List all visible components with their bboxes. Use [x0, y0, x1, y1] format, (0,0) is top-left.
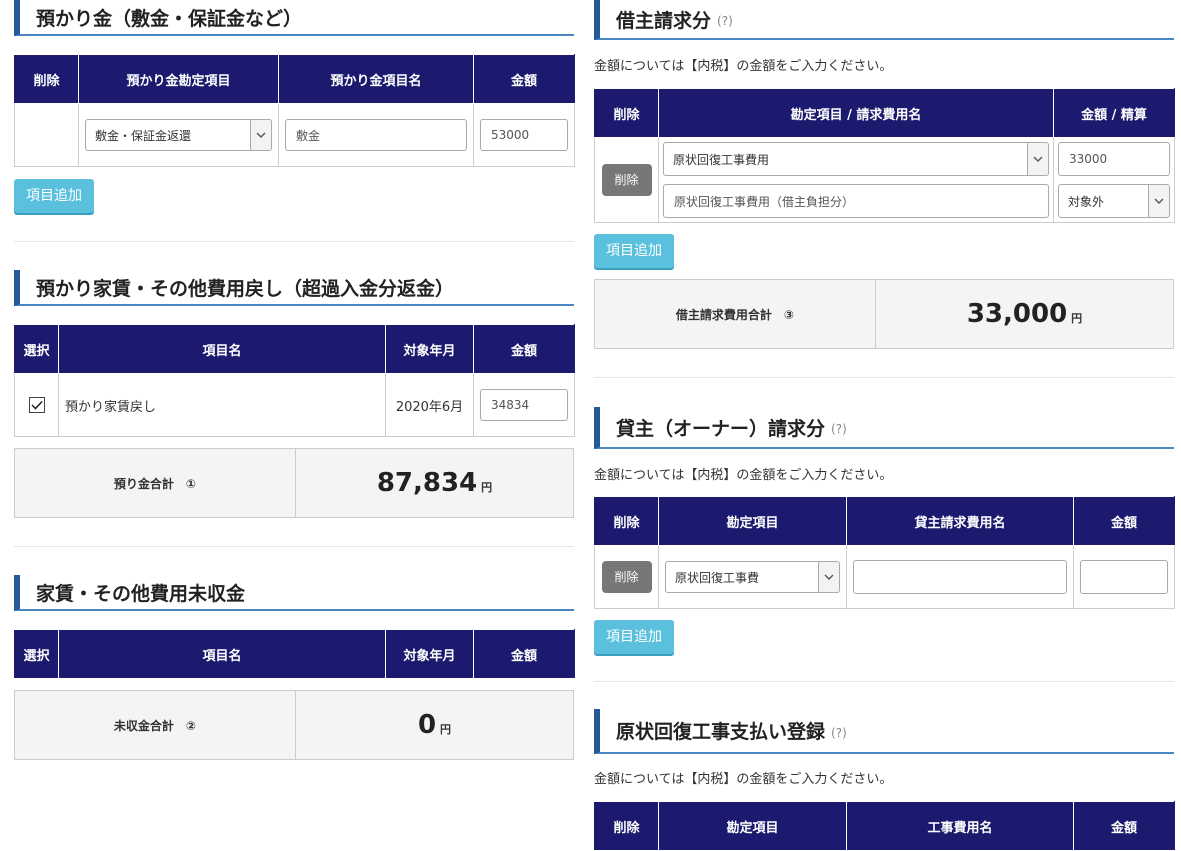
- owner-amount-input[interactable]: [1080, 560, 1168, 594]
- tenant-total-label: 借主請求費用合計 ③: [595, 280, 876, 348]
- owner-note: 金額については【内税】の金額をご入力ください。: [594, 468, 893, 483]
- rent-refund-header-amount: 金額: [473, 324, 575, 374]
- tenant-add-button[interactable]: 項目追加: [594, 234, 674, 268]
- tenant-header-account: 勘定項目 / 請求費用名: [658, 88, 1054, 138]
- rent-refund-header-name: 項目名: [58, 324, 386, 374]
- owner-help-icon[interactable]: (?): [831, 422, 847, 436]
- owner-header-amount: 金額: [1073, 496, 1175, 546]
- repair-header-delete: 削除: [594, 801, 659, 851]
- repair-section-title: 原状回復工事支払い登録 (?): [594, 709, 1174, 754]
- tenant-account-select[interactable]: 原状回復工事費用: [663, 142, 1049, 176]
- rent-refund-header-month: 対象年月: [385, 324, 474, 374]
- tenant-amount-input[interactable]: 33000: [1058, 142, 1170, 176]
- left-column: 預かり金（敷金・保証金など） 削除 預かり金勘定項目 預かり金項目名 金額 敷金…: [14, 0, 575, 760]
- rent-refund-checkbox[interactable]: [28, 397, 45, 413]
- deposit-total-box: 預り金合計 ① 87,834 円: [14, 448, 574, 518]
- unpaid-table: 選択 項目名 対象年月 金額: [14, 629, 575, 679]
- owner-name-input[interactable]: [853, 560, 1067, 594]
- unpaid-total-box: 未収金合計 ② 0 円: [14, 690, 574, 760]
- right-column: 借主請求分 (?) 金額については【内税】の金額をご入力ください。 削除 勘定項…: [594, 0, 1175, 851]
- chevron-down-icon: [818, 562, 839, 592]
- rent-refund-amount-input[interactable]: 34834: [480, 389, 568, 421]
- tenant-delete-button[interactable]: 削除: [601, 164, 652, 196]
- repair-header-account: 勘定項目: [658, 801, 847, 851]
- repair-note: 金額については【内税】の金額をご入力ください。: [594, 772, 893, 787]
- rent-refund-row-name: 預かり家賃戻し: [58, 373, 386, 437]
- unpaid-header-name: 項目名: [58, 629, 386, 679]
- rent-refund-section-title: 預かり家賃・その他費用戻し（超過入金分返金）: [14, 270, 574, 306]
- owner-header-account: 勘定項目: [658, 496, 847, 546]
- deposit-table: 削除 預かり金勘定項目 預かり金項目名 金額 敷金・保証金返還 敷金 53000: [14, 54, 575, 167]
- unpaid-section-title: 家賃・その他費用未収金: [14, 575, 574, 611]
- table-row: 削除 原状回復工事費用 原状回復工事費用（借主負担分） 33000 対象外: [594, 137, 1175, 223]
- check-icon: [30, 400, 43, 410]
- deposit-header-delete: 削除: [14, 54, 79, 104]
- deposit-account-select[interactable]: 敷金・保証金返還: [85, 119, 272, 151]
- owner-table: 削除 勘定項目 貸主請求費用名 金額 削除 原状回復工事費: [594, 496, 1175, 609]
- tenant-table: 削除 勘定項目 / 請求費用名 金額 / 精算 削除 原状回復工事費用 原状回復…: [594, 88, 1175, 223]
- deposit-add-button[interactable]: 項目追加: [14, 179, 94, 213]
- unpaid-header-select: 選択: [14, 629, 59, 679]
- chevron-down-icon: [1027, 143, 1048, 175]
- owner-delete-button[interactable]: 削除: [601, 561, 652, 593]
- table-row: 預かり家賃戻し 2020年6月 34834: [14, 373, 575, 437]
- tenant-total-yen: 円: [1071, 312, 1083, 325]
- deposit-title: 預かり金（敷金・保証金など）: [36, 7, 303, 30]
- unpaid-header-month: 対象年月: [385, 629, 474, 679]
- chevron-down-icon: [1148, 185, 1169, 217]
- tenant-total-value: 33,000: [966, 299, 1068, 329]
- tenant-section-title: 借主請求分 (?): [594, 0, 1174, 40]
- unpaid-total-value: 0: [417, 710, 437, 740]
- tenant-help-icon[interactable]: (?): [717, 14, 733, 28]
- tenant-title: 借主請求分: [616, 9, 712, 32]
- deposit-total-label: 預り金合計 ①: [15, 449, 296, 517]
- unpaid-total-label: 未収金合計 ②: [15, 691, 296, 759]
- unpaid-title: 家賃・その他費用未収金: [36, 582, 246, 605]
- tenant-header-amount: 金額 / 精算: [1053, 88, 1175, 138]
- repair-title: 原状回復工事支払い登録: [616, 721, 826, 743]
- repair-header-amount: 金額: [1073, 801, 1175, 851]
- unpaid-header-amount: 金額: [473, 629, 575, 679]
- deposit-amount-input[interactable]: 53000: [480, 119, 568, 151]
- rent-refund-header-select: 選択: [14, 324, 59, 374]
- deposit-total-yen: 円: [481, 481, 493, 494]
- owner-header-delete: 削除: [594, 496, 659, 546]
- owner-section-title: 貸主（オーナー）請求分 (?): [594, 407, 1174, 449]
- deposit-header-name: 預かり金項目名: [278, 54, 474, 104]
- deposit-name-input[interactable]: 敷金: [285, 119, 467, 151]
- owner-title: 貸主（オーナー）請求分: [616, 417, 826, 440]
- table-row: 敷金・保証金返還 敷金 53000: [14, 103, 575, 167]
- owner-header-name: 貸主請求費用名: [846, 496, 1074, 546]
- tenant-total-box: 借主請求費用合計 ③ 33,000 円: [594, 279, 1174, 349]
- repair-help-icon[interactable]: (?): [831, 726, 847, 740]
- tenant-settle-select[interactable]: 対象外: [1058, 184, 1170, 218]
- table-row: 削除 原状回復工事費: [594, 545, 1175, 609]
- owner-add-button[interactable]: 項目追加: [594, 620, 674, 654]
- unpaid-total-yen: 円: [440, 723, 452, 736]
- deposit-header-account: 預かり金勘定項目: [78, 54, 279, 104]
- deposit-section-title: 預かり金（敷金・保証金など）: [14, 0, 574, 36]
- rent-refund-table: 選択 項目名 対象年月 金額 預かり家賃戻し 2020年6月 34834: [14, 324, 575, 437]
- repair-header-name: 工事費用名: [846, 801, 1074, 851]
- tenant-header-delete: 削除: [594, 88, 659, 138]
- chevron-down-icon: [250, 120, 271, 150]
- owner-account-select[interactable]: 原状回復工事費: [665, 561, 840, 593]
- deposit-header-amount: 金額: [473, 54, 575, 104]
- rent-refund-title: 預かり家賃・その他費用戻し（超過入金分返金）: [36, 277, 455, 300]
- rent-refund-row-month: 2020年6月: [385, 373, 474, 437]
- tenant-note: 金額については【内税】の金額をご入力ください。: [594, 59, 893, 74]
- tenant-name-input[interactable]: 原状回復工事費用（借主負担分）: [663, 184, 1049, 218]
- deposit-total-value: 87,834: [376, 468, 478, 498]
- repair-table: 削除 勘定項目 工事費用名 金額: [594, 801, 1175, 851]
